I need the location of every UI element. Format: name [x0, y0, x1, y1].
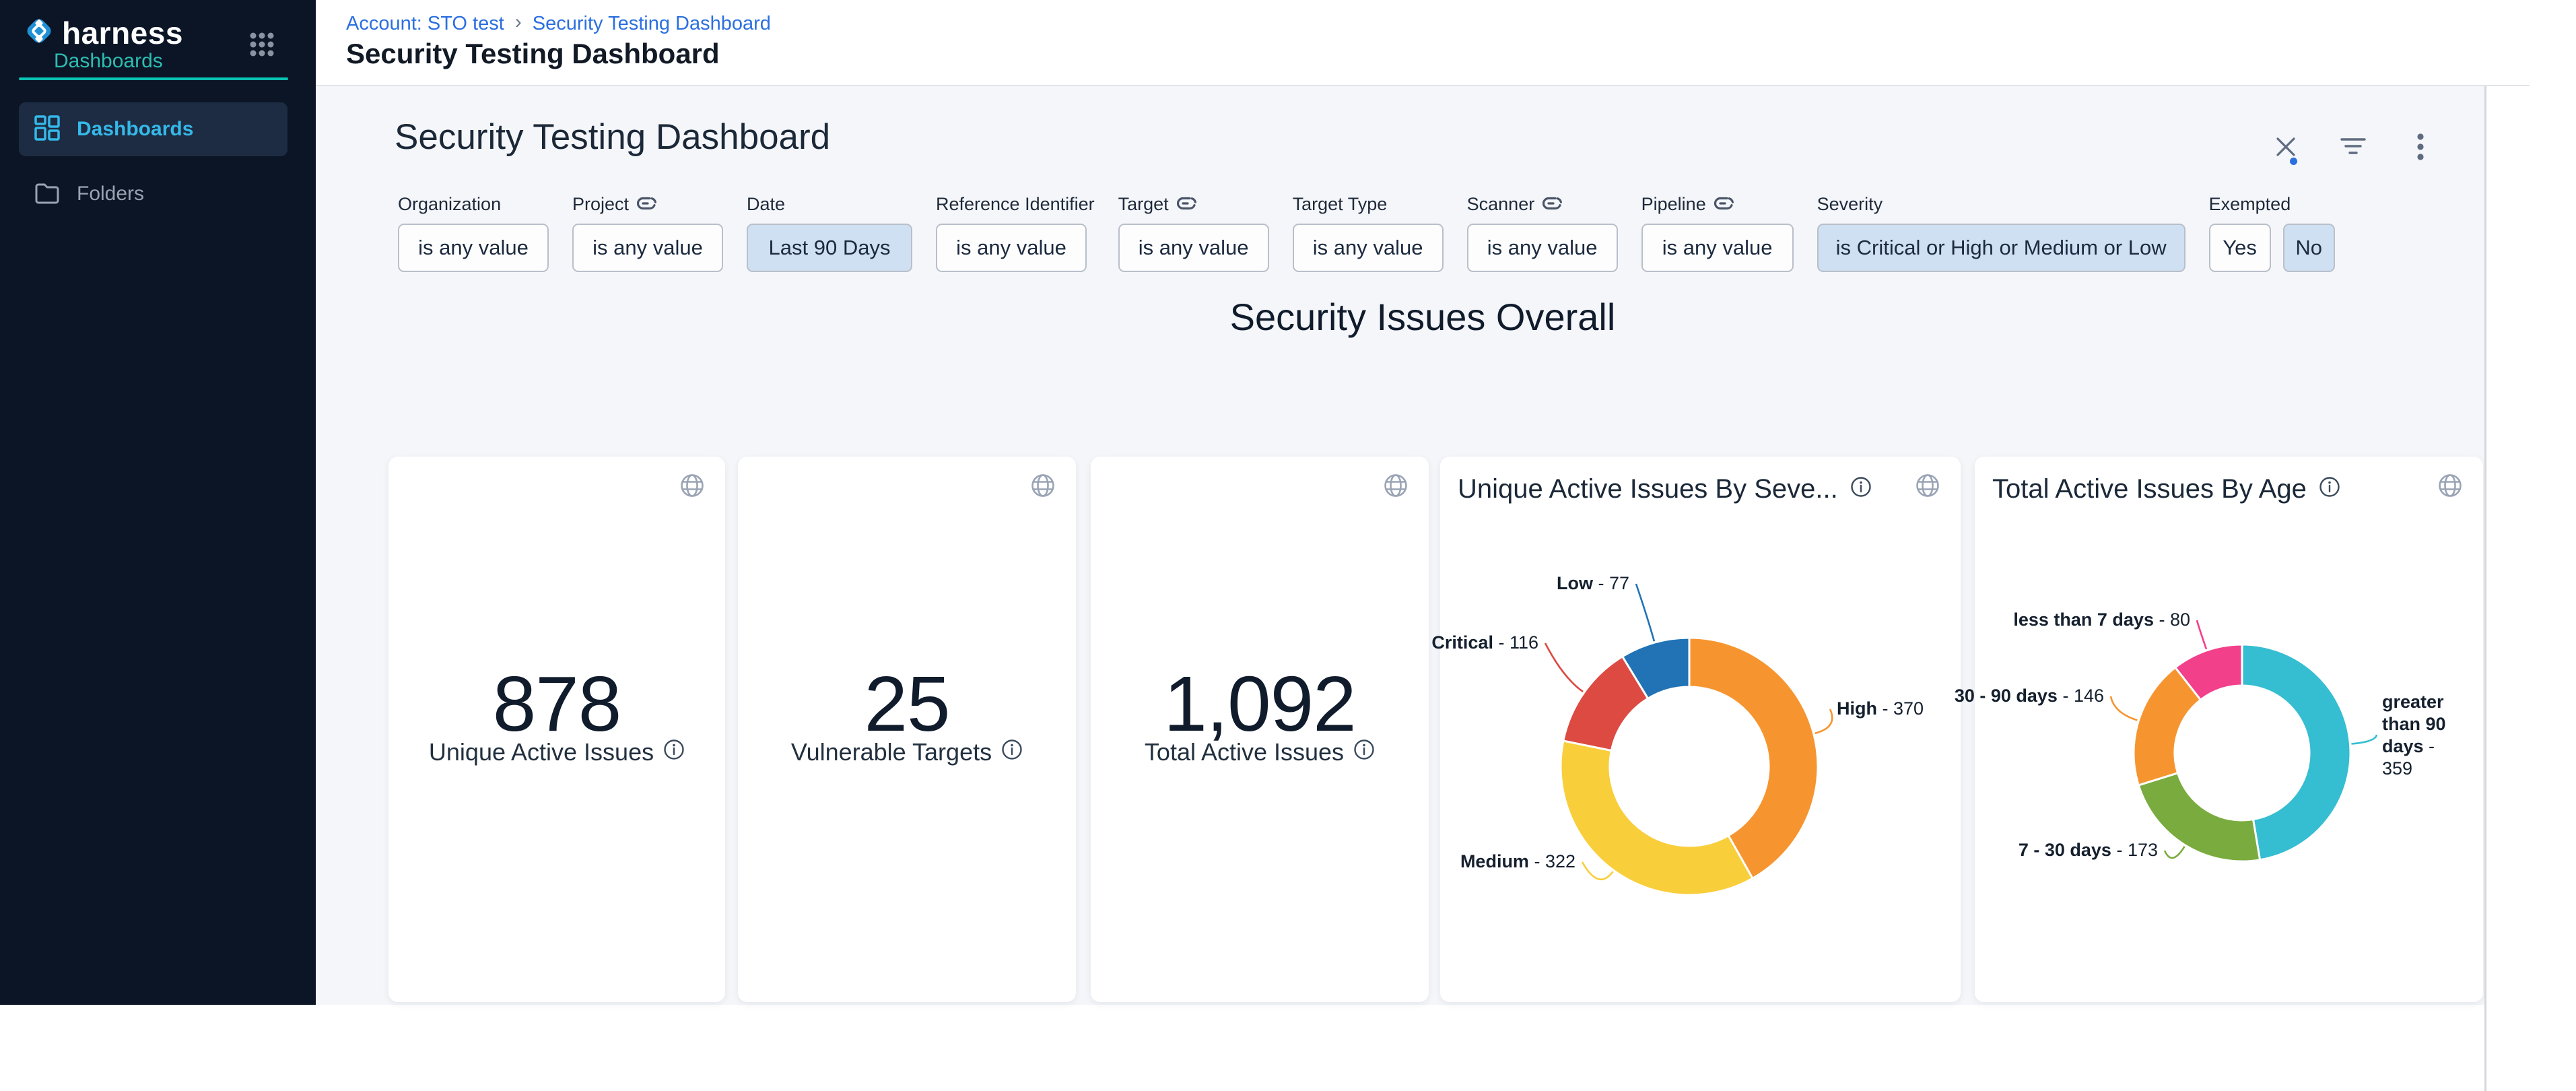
dashboards-icon [34, 114, 61, 145]
filter-exempted: Exempted Yes No [2209, 193, 2335, 272]
donut-label: High - 370 [1837, 698, 1924, 720]
filter-label: Project [572, 194, 629, 215]
stat-label-text: Unique Active Issues [429, 738, 654, 766]
sidebar-divider [19, 77, 288, 80]
donut-slice-high [1689, 638, 1818, 878]
sidebar-item-label: Folders [77, 183, 144, 205]
donut-label: Medium - 322 [1460, 851, 1575, 873]
filter-bar: Organization is any value Project is any… [398, 193, 2335, 272]
sidebar-item-folders[interactable]: Folders [19, 167, 287, 221]
brand-module-label: Dashboards [54, 50, 163, 73]
filter-value-reference-identifier[interactable]: is any value [936, 224, 1087, 272]
filter-scanner: Scanner is any value [1467, 193, 1618, 272]
filter-value-organization[interactable]: is any value [398, 224, 549, 272]
right-panel-strip [2484, 86, 2530, 1091]
severity-donut-chart[interactable]: High - 370Medium - 322Critical - 116Low … [1440, 457, 1961, 1002]
dashboard-actions [2271, 132, 2435, 162]
filter-label: Date [747, 194, 785, 215]
filter-label: Target [1118, 194, 1169, 215]
donut-label: Critical - 116 [1431, 632, 1538, 654]
filter-label: Pipeline [1641, 194, 1706, 215]
info-icon[interactable] [663, 738, 685, 766]
stat-label-text: Vulnerable Targets [791, 738, 992, 766]
kebab-icon[interactable] [2406, 132, 2435, 162]
dashboard-title: Security Testing Dashboard [395, 117, 830, 158]
breadcrumb-dashboard[interactable]: Security Testing Dashboard [533, 13, 771, 35]
stat-value: 25 [738, 659, 1076, 749]
section-title: Security Issues Overall [316, 295, 2530, 339]
link-icon [1543, 194, 1563, 215]
filter-severity: Severity is Critical or High or Medium o… [1817, 193, 2185, 272]
donut-slice-greater-than-90-days [2242, 644, 2350, 860]
sidebar-item-dashboards[interactable]: Dashboards [19, 102, 287, 156]
close-icon[interactable] [2271, 132, 2301, 162]
chart-card-total-active-issues-by-age: Total Active Issues By Age greater than … [1975, 457, 2483, 1002]
brand-name: harness [62, 15, 183, 51]
stat-label: Total Active Issues [1091, 738, 1429, 766]
chart-card-unique-active-issues-by-severity: Unique Active Issues By Seve... High - 3… [1440, 457, 1961, 1002]
filter-target: Target is any value [1118, 193, 1269, 272]
grid-icon[interactable] [250, 32, 274, 57]
filter-label: Exempted [2209, 194, 2291, 215]
stat-value: 878 [388, 659, 725, 749]
globe-icon[interactable] [1383, 473, 1409, 502]
globe-icon[interactable] [1030, 473, 1056, 502]
filter-reference-identifier: Reference Identifier is any value [936, 193, 1095, 272]
stat-value: 1,092 [1091, 659, 1429, 749]
donut-label: less than 7 days - 80 [2013, 609, 2190, 631]
top-header: Account: STO test › Security Testing Das… [316, 0, 2530, 86]
filter-project: Project is any value [572, 193, 723, 272]
filter-pipeline: Pipeline is any value [1641, 193, 1794, 272]
mouse-cursor-dot [2290, 158, 2297, 165]
filter-label: Reference Identifier [936, 194, 1095, 215]
stat-card-vulnerable-targets: 25 Vulnerable Targets [738, 457, 1076, 1002]
filter-label: Severity [1817, 194, 1883, 215]
filter-target-type: Target Type is any value [1293, 193, 1444, 272]
filter-label: Target Type [1293, 194, 1388, 215]
folder-icon [34, 179, 61, 209]
donut-label: 7 - 30 days - 173 [2019, 839, 2158, 861]
age-donut-chart[interactable]: greater than 90 days - 359 7 - 30 days - … [1975, 457, 2483, 1002]
sidebar-item-label: Dashboards [77, 118, 193, 141]
info-icon[interactable] [1353, 738, 1375, 766]
donut-label: 30 - 90 days - 146 [1955, 685, 2104, 707]
link-icon [637, 194, 657, 215]
filter-label: Scanner [1467, 194, 1535, 215]
stat-card-unique-active-issues: 878 Unique Active Issues [388, 457, 725, 1002]
page-title: Security Testing Dashboard [346, 38, 720, 70]
filter-icon[interactable] [2338, 132, 2368, 162]
link-icon [1714, 194, 1734, 215]
filter-value-pipeline[interactable]: is any value [1641, 224, 1794, 272]
main-content: Security Testing Dashboard Organization … [316, 86, 2530, 1005]
exempted-no-button[interactable]: No [2283, 224, 2335, 272]
filter-value-target-type[interactable]: is any value [1293, 224, 1444, 272]
harness-logo[interactable]: harness [20, 12, 183, 53]
filter-value-project[interactable]: is any value [572, 224, 723, 272]
exempted-yes-button[interactable]: Yes [2209, 224, 2271, 272]
breadcrumb-account[interactable]: Account: STO test [346, 13, 504, 35]
stat-label: Vulnerable Targets [738, 738, 1076, 766]
harness-logo-icon [20, 12, 58, 53]
stat-label-text: Total Active Issues [1145, 738, 1344, 766]
filter-date: Date Last 90 Days [747, 193, 912, 272]
breadcrumb: Account: STO test › Security Testing Das… [346, 12, 771, 35]
filter-value-date[interactable]: Last 90 Days [747, 224, 912, 272]
stat-label: Unique Active Issues [388, 738, 725, 766]
filter-value-severity[interactable]: is Critical or High or Medium or Low [1817, 224, 2185, 272]
donut-label: greater than 90 days - 359 [2382, 691, 2453, 780]
filter-value-scanner[interactable]: is any value [1467, 224, 1618, 272]
stat-card-total-active-issues: 1,092 Total Active Issues [1091, 457, 1429, 1002]
chevron-right-icon: › [515, 11, 522, 34]
donut-label: Low - 77 [1557, 572, 1629, 595]
filter-value-target[interactable]: is any value [1118, 224, 1269, 272]
globe-icon[interactable] [679, 473, 705, 502]
info-icon[interactable] [1001, 738, 1023, 766]
filter-label: Organization [398, 194, 501, 215]
filter-organization: Organization is any value [398, 193, 549, 272]
sidebar: harness Dashboards Dashboards Folders [0, 0, 316, 1005]
link-icon [1177, 194, 1197, 215]
